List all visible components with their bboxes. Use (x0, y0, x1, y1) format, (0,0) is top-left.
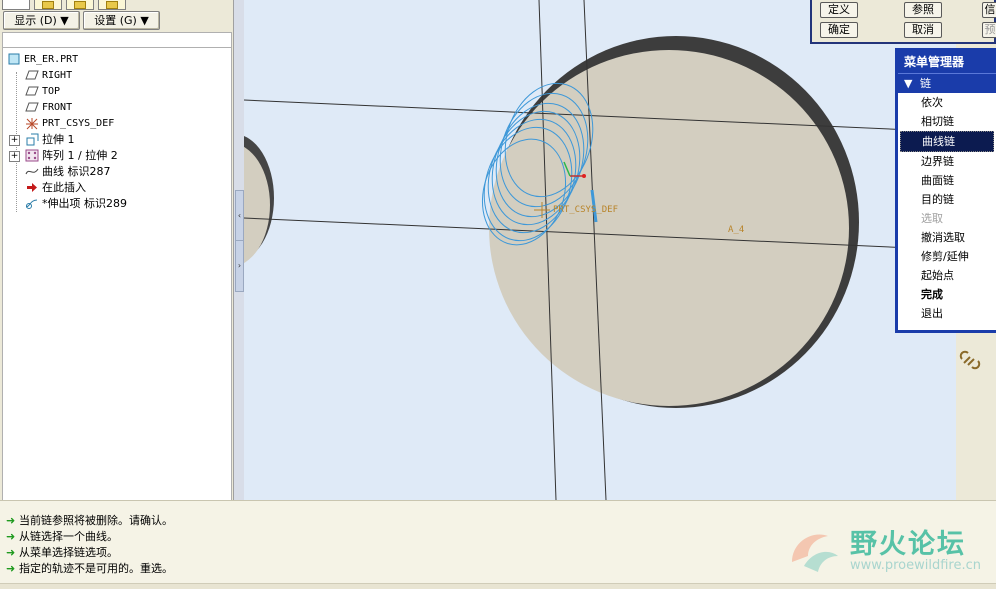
cancel-button[interactable]: 取消 (904, 22, 942, 38)
part-icon (7, 53, 21, 66)
model-tree-panel: 显示 (D) ▼ 设置 (G) ▼ ER_ER.PRT RIGHT TOP FR… (0, 0, 234, 501)
ok-button[interactable]: 确定 (820, 22, 858, 38)
feature-dashboard: 定义 参照 信 确定 取消 预 (810, 0, 996, 44)
model-tree: ER_ER.PRT RIGHT TOP FRONT PRT_CSYS_DEF +… (2, 48, 232, 501)
datum-plane-icon (25, 85, 39, 98)
forum-watermark: 野火论坛 www.proewildfire.cn (780, 520, 990, 582)
tree-item-label: 阵列 1 / 拉伸 2 (42, 149, 118, 162)
menu-item[interactable]: 边界链 (898, 152, 996, 171)
preview-button[interactable]: 预 (982, 22, 996, 38)
connections-icon (106, 1, 118, 9)
menu-item[interactable]: 目的链 (898, 190, 996, 209)
message-line-1: ➜ 当前链参照将被删除。请确认。 (6, 514, 173, 527)
axis-label: A_4 (728, 225, 744, 235)
message-arrow-icon: ➜ (6, 514, 16, 527)
tab-favorites[interactable] (66, 0, 94, 10)
tree-item-label: ER_ER.PRT (24, 54, 79, 65)
info-button[interactable]: 信 (982, 2, 996, 18)
csys-label: PRT_CSYS_DEF (553, 205, 618, 215)
tree-item-label: 在此插入 (42, 181, 86, 194)
tab-model-tree[interactable] (2, 0, 30, 10)
expand-toggle[interactable]: + (9, 135, 20, 146)
menu-item[interactable]: 相切链 (898, 112, 996, 131)
message-arrow-icon: ➜ (6, 562, 16, 575)
menu-item[interactable]: 修剪/延伸 (898, 247, 996, 266)
extrude-icon (25, 133, 39, 146)
menu-item[interactable]: 完成 (898, 285, 996, 304)
watermark-logo-icon (792, 534, 838, 572)
navigator-tabs (0, 0, 233, 10)
show-dropdown-button[interactable]: 显示 (D) ▼ (3, 11, 80, 30)
status-bar (0, 583, 996, 589)
tab-connections[interactable] (98, 0, 126, 10)
watermark-url: www.proewildfire.cn (850, 558, 981, 573)
insert-here-arrow-icon (25, 181, 39, 194)
message-arrow-icon: ➜ (6, 530, 16, 543)
folder-icon (42, 1, 54, 9)
message-line-2: ➜ 从链选择一个曲线。 (6, 530, 118, 543)
menu-item[interactable]: 曲面链 (898, 171, 996, 190)
menu-item: 选取 (921, 212, 943, 225)
favorites-icon (74, 1, 86, 9)
tree-item-label: PRT_CSYS_DEF (42, 118, 115, 129)
datum-plane-icon (25, 69, 39, 82)
pattern-icon (25, 149, 39, 162)
expand-right-handle[interactable]: › (235, 240, 244, 292)
tree-item-label: 曲线 标识287 (42, 165, 111, 178)
tree-item-label: *伸出项 标识289 (42, 197, 127, 210)
watermark-title: 野火论坛 (850, 529, 966, 560)
start-point-marker (582, 174, 586, 178)
datum-plane-icon (25, 101, 39, 114)
menu-item[interactable]: 起始点 (898, 266, 996, 285)
settings-dropdown-button[interactable]: 设置 (G) ▼ (83, 11, 160, 30)
chain-options-list: 依次 相切链 曲线链 边界链 曲面链 目的链选取撤消选取 修剪/延伸 起始点 完成 退出 (898, 93, 996, 323)
tree-item-label: 拉伸 1 (42, 133, 75, 146)
graphics-window[interactable]: PRT_CSYS_DEF A_4 (244, 0, 956, 500)
menu-manager: 菜单管理器 ▼ 链 依次 相切链 曲线链 边界链 曲面链 目的链选取撤消选取 修剪/延伸 起始… (895, 48, 996, 333)
message-line-4: ➜ 指定的轨迹不是可用的。重选。 (6, 562, 173, 575)
triangle-down-icon: ▼ (904, 77, 913, 90)
tree-column-header (2, 32, 232, 48)
tree-item-label: RIGHT (42, 70, 73, 81)
collapse-left-handle[interactable]: ‹ (235, 190, 244, 242)
curve-icon (25, 165, 39, 178)
define-button[interactable]: 定义 (820, 2, 858, 18)
tree-item-label: TOP (42, 86, 61, 97)
chain-section-header[interactable]: ▼ 链 (898, 73, 996, 93)
right-toolbar (956, 333, 996, 500)
tab-folder-browser[interactable] (34, 0, 62, 10)
panel-splitter[interactable]: ‹ › (234, 0, 244, 500)
menu-manager-title: 菜单管理器 (898, 51, 996, 73)
tree-item-label: FRONT (42, 102, 73, 113)
message-arrow-icon: ➜ (6, 546, 16, 559)
menu-item[interactable]: 退出 (898, 304, 996, 323)
expand-toggle[interactable]: + (9, 151, 20, 162)
protrusion-icon (25, 197, 39, 210)
reference-button[interactable]: 参照 (904, 2, 942, 18)
menu-item[interactable]: 撤消选取 (898, 228, 996, 247)
message-line-3: ➜ 从菜单选择链选项。 (6, 546, 118, 559)
menu-item[interactable]: 依次 (898, 93, 996, 112)
csys-icon (25, 117, 39, 130)
model-view[interactable]: PRT_CSYS_DEF A_4 (244, 0, 956, 500)
chain-section-label: 链 (919, 77, 931, 90)
menu-item[interactable]: 曲线链 (900, 131, 994, 152)
chain-link-icon[interactable] (956, 337, 996, 377)
